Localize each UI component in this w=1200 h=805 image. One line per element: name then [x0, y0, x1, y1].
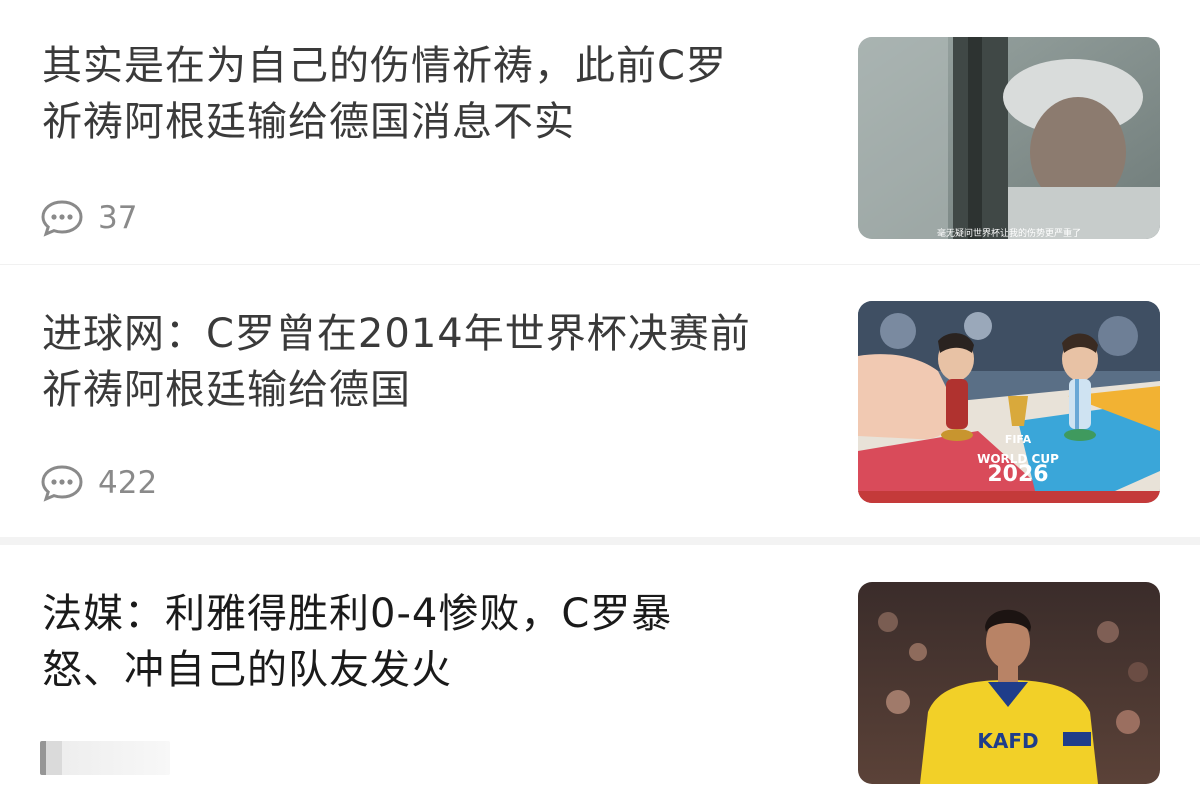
thumbnail-photo: FIFA WORLD CUP 2026: [858, 301, 1160, 503]
article-card[interactable]: 进球网：C罗曾在2014年世界杯决赛前 祈祷阿根廷输给德国 422 FIFA W…: [0, 265, 1200, 537]
article-thumbnail[interactable]: FIFA WORLD CUP 2026: [858, 301, 1160, 503]
title-line: 祈祷阿根廷输给德国: [42, 367, 411, 413]
title-line: 祈祷阿根廷输给德国消息不实: [42, 99, 575, 145]
comment-count-row[interactable]: 37: [40, 198, 137, 238]
thumbnail-year-text: 2026: [987, 462, 1048, 487]
title-line: 怒、冲自己的队友发火: [42, 647, 452, 693]
article-thumbnail[interactable]: KAFD: [858, 582, 1160, 784]
article-title[interactable]: 其实是在为自己的伤情祈祷，此前C罗 祈祷阿根廷输给德国消息不实: [42, 38, 832, 150]
article-thumbnail[interactable]: 毫无疑问世界杯让我的伤势更严重了: [858, 37, 1160, 239]
comment-count: 422: [98, 465, 158, 501]
divider: [0, 537, 1200, 545]
comment-bubble-icon: [41, 200, 83, 237]
news-feed: 其实是在为自己的伤情祈祷，此前C罗 祈祷阿根廷输给德国消息不实 37 毫无疑问世…: [0, 0, 1200, 805]
article-title[interactable]: 进球网：C罗曾在2014年世界杯决赛前 祈祷阿根廷输给德国: [42, 306, 832, 418]
thumbnail-fifa-text: FIFA: [1005, 433, 1032, 446]
thumbnail-jersey-text: KAFD: [977, 729, 1038, 753]
loading-placeholder: [40, 741, 170, 775]
article-title[interactable]: 法媒：利雅得胜利0-4惨败，C罗暴 怒、冲自己的队友发火: [42, 586, 832, 698]
thumbnail-caption: 毫无疑问世界杯让我的伤势更严重了: [937, 227, 1081, 239]
comment-bubble-icon: [41, 465, 83, 502]
comment-count-row[interactable]: 422: [40, 463, 157, 503]
comment-count: 37: [98, 200, 138, 236]
title-line: 其实是在为自己的伤情祈祷，此前C罗: [42, 43, 727, 89]
thumbnail-photo: 毫无疑问世界杯让我的伤势更严重了: [858, 37, 1160, 239]
title-line: 进球网：C罗曾在2014年世界杯决赛前: [42, 311, 751, 357]
thumbnail-photo: KAFD: [858, 582, 1160, 784]
title-line: 法媒：利雅得胜利0-4惨败，C罗暴: [42, 591, 673, 637]
article-card[interactable]: 法媒：利雅得胜利0-4惨败，C罗暴 怒、冲自己的队友发火 KAFD: [0, 545, 1200, 805]
article-card[interactable]: 其实是在为自己的伤情祈祷，此前C罗 祈祷阿根廷输给德国消息不实 37 毫无疑问世…: [0, 0, 1200, 265]
